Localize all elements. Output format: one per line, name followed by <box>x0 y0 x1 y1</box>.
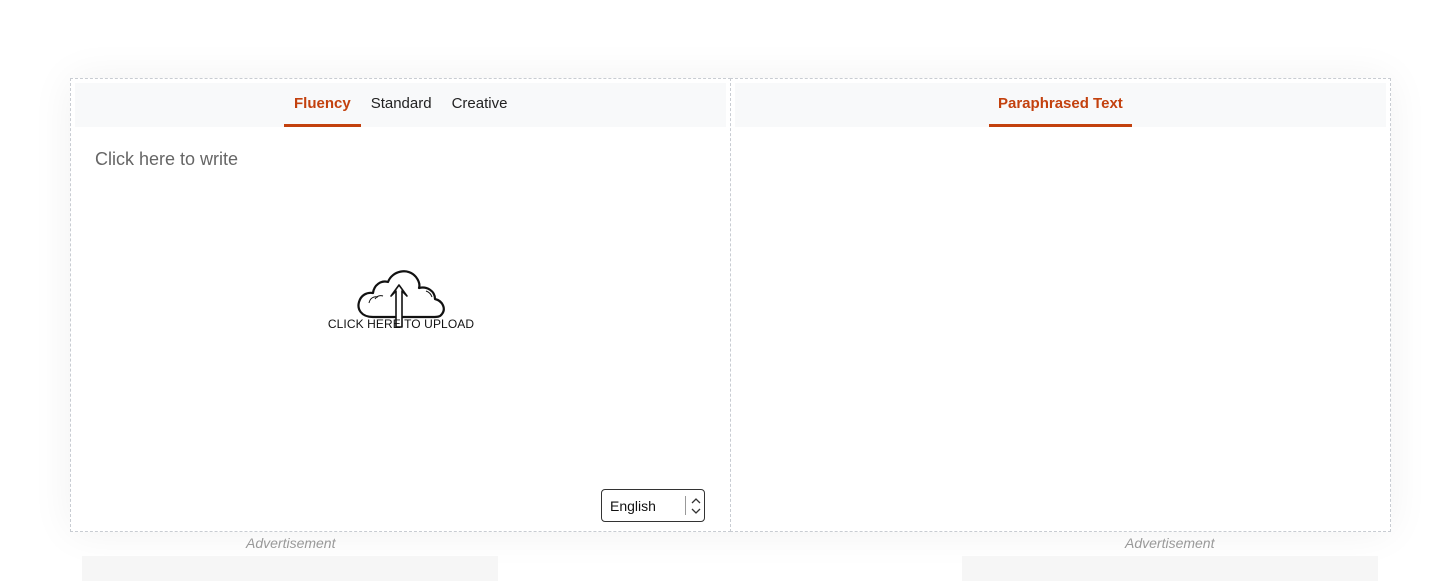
tab-paraphrased-text[interactable]: Paraphrased Text <box>989 83 1132 127</box>
ad-slot-right[interactable] <box>962 556 1378 581</box>
tab-standard[interactable]: Standard <box>361 83 442 127</box>
ad-label-left: Advertisement <box>246 535 336 551</box>
language-select[interactable]: English <box>601 489 705 522</box>
upload-label: CLICK HERE TO UPLOAD <box>327 317 475 331</box>
output-tabbar: Paraphrased Text <box>735 83 1386 127</box>
input-panel: Fluency Standard Creative Click here to … <box>70 78 731 532</box>
paraphraser-page: Fluency Standard Creative Click here to … <box>0 0 1433 581</box>
upload-button[interactable]: CLICK HERE TO UPLOAD <box>321 265 481 331</box>
ad-label-right: Advertisement <box>1125 535 1215 551</box>
output-tabs: Paraphrased Text <box>989 83 1132 127</box>
chevron-up-down-icon <box>691 498 701 514</box>
mode-tabbar: Fluency Standard Creative <box>75 83 726 127</box>
language-select-value: English <box>610 498 656 514</box>
mode-tabs: Fluency Standard Creative <box>284 83 517 127</box>
tab-fluency[interactable]: Fluency <box>284 83 361 127</box>
output-text-area[interactable] <box>755 149 1355 509</box>
tab-creative[interactable]: Creative <box>442 83 518 127</box>
output-panel: Paraphrased Text <box>730 78 1391 532</box>
text-input-editor[interactable]: Click here to write <box>95 149 695 170</box>
ad-slot-left[interactable] <box>82 556 498 581</box>
language-select-divider <box>685 496 686 515</box>
